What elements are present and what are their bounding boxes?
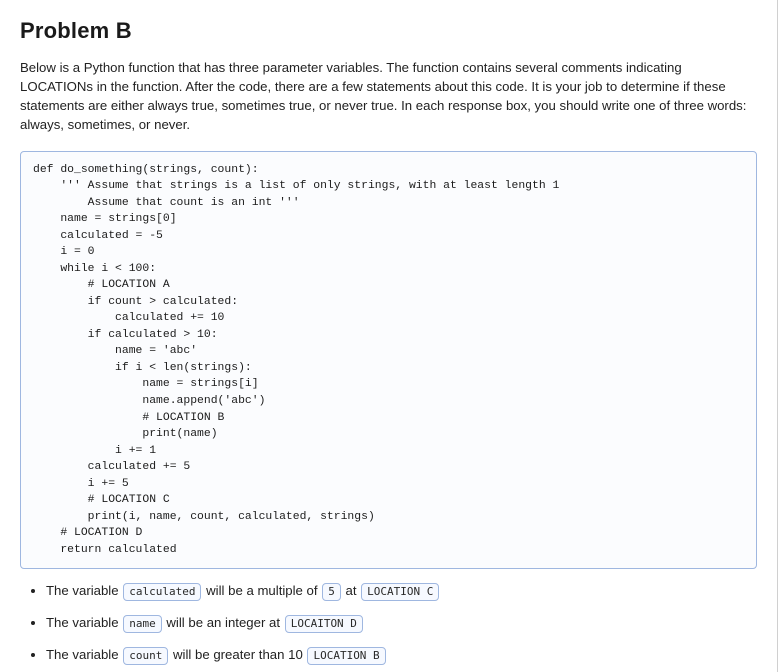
location-pill: LOCAITON D: [285, 615, 363, 633]
statement-text: The variable: [46, 615, 122, 630]
code-block: def do_something(strings, count): ''' As…: [20, 151, 757, 570]
list-item: The variable name will be an integer at …: [46, 613, 757, 633]
number-pill: 5: [322, 583, 341, 601]
list-item: The variable calculated will be a multip…: [46, 581, 757, 601]
problem-description: Below is a Python function that has thre…: [20, 58, 757, 135]
variable-pill: count: [123, 647, 168, 665]
statements-list: The variable calculated will be a multip…: [26, 581, 757, 665]
statement-text: will be an integer at: [163, 615, 284, 630]
location-pill: LOCATION B: [307, 647, 385, 665]
statement-text: The variable: [46, 647, 122, 662]
variable-pill: calculated: [123, 583, 201, 601]
statement-text: The variable: [46, 583, 122, 598]
statement-text: at: [342, 583, 360, 598]
statement-text: will be greater than 10: [169, 647, 306, 662]
code-content: def do_something(strings, count): ''' As…: [33, 162, 744, 559]
list-item: The variable count will be greater than …: [46, 645, 757, 665]
problem-title: Problem B: [20, 18, 757, 44]
location-pill: LOCATION C: [361, 583, 439, 601]
variable-pill: name: [123, 615, 162, 633]
statement-text: will be a multiple of: [202, 583, 321, 598]
